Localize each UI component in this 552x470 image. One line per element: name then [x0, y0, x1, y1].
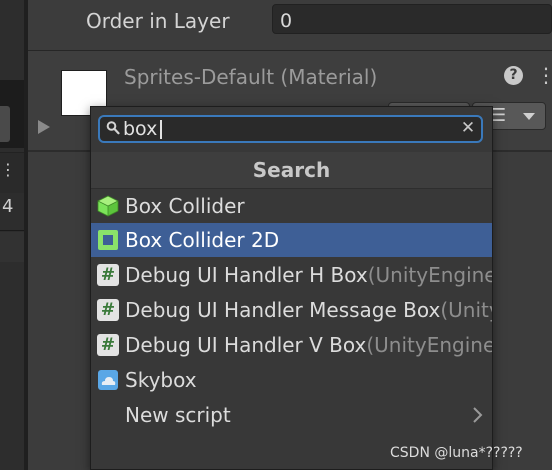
new-script-item[interactable]: New script: [91, 398, 492, 432]
list-item-label: Skybox: [125, 368, 197, 392]
search-icon: [106, 121, 120, 135]
list-item[interactable]: # Debug UI Handler V Box(UnityEngine.I: [91, 328, 492, 362]
list-item-text: Debug UI Handler H Box(UnityEngine.: [125, 262, 492, 288]
left-panel-button[interactable]: [0, 106, 10, 142]
list-item-namespace: (UnityEngine.I: [366, 333, 492, 357]
list-item[interactable]: Box Collider: [91, 189, 492, 223]
clear-search-icon[interactable]: ✕: [460, 119, 476, 137]
list-item-label: Debug UI Handler H Box: [125, 263, 368, 287]
order-in-layer-value[interactable]: 0: [280, 9, 292, 33]
list-item-namespace: (Unity: [440, 298, 492, 322]
list-item-namespace: (UnityEngine.: [367, 263, 492, 287]
list-item-text: Debug UI Handler V Box(UnityEngine.I: [125, 332, 492, 358]
box-collider-2d-icon: [98, 230, 118, 250]
left-panel-row: [0, 232, 24, 262]
list-item[interactable]: # Debug UI Handler Message Box(Unity: [91, 293, 492, 327]
box-collider-icon: [97, 195, 119, 217]
list-item-label: Box Collider 2D: [125, 228, 280, 252]
kebab-menu-icon[interactable]: ⋮: [0, 160, 16, 180]
dropdown-caret-icon: [523, 113, 535, 120]
chevron-right-icon: [473, 407, 483, 423]
order-in-layer-field[interactable]: [272, 4, 552, 34]
material-title: Sprites-Default (Material): [124, 65, 378, 89]
skybox-icon: [98, 370, 118, 390]
foldout-arrow-icon[interactable]: [38, 120, 50, 134]
list-item-label: Debug UI Handler Message Box: [125, 298, 441, 322]
list-item[interactable]: Skybox: [91, 363, 492, 397]
order-in-layer-label: Order in Layer: [86, 9, 230, 33]
list-item[interactable]: # Debug UI Handler H Box(UnityEngine.: [91, 258, 492, 292]
list-item-label: New script: [125, 403, 231, 427]
list-item-label: Debug UI Handler V Box: [125, 333, 367, 357]
help-icon[interactable]: ?: [504, 66, 523, 85]
script-hash-icon: #: [97, 264, 119, 286]
text-caret: [160, 120, 162, 139]
script-hash-icon: #: [97, 334, 119, 356]
search-input-value[interactable]: box: [123, 116, 157, 142]
left-panel-number: 4: [2, 196, 14, 217]
popup-header-title: Search: [252, 158, 331, 182]
watermark: CSDN @luna*?????: [390, 445, 523, 461]
list-item-text: Debug UI Handler Message Box(Unity: [125, 297, 492, 323]
list-item-label: Box Collider: [125, 194, 245, 218]
list-item-selected[interactable]: Box Collider 2D: [91, 223, 492, 257]
kebab-menu-icon[interactable]: ⋮: [536, 62, 552, 88]
left-panel-divider: [0, 230, 24, 231]
script-hash-icon: #: [97, 299, 119, 321]
